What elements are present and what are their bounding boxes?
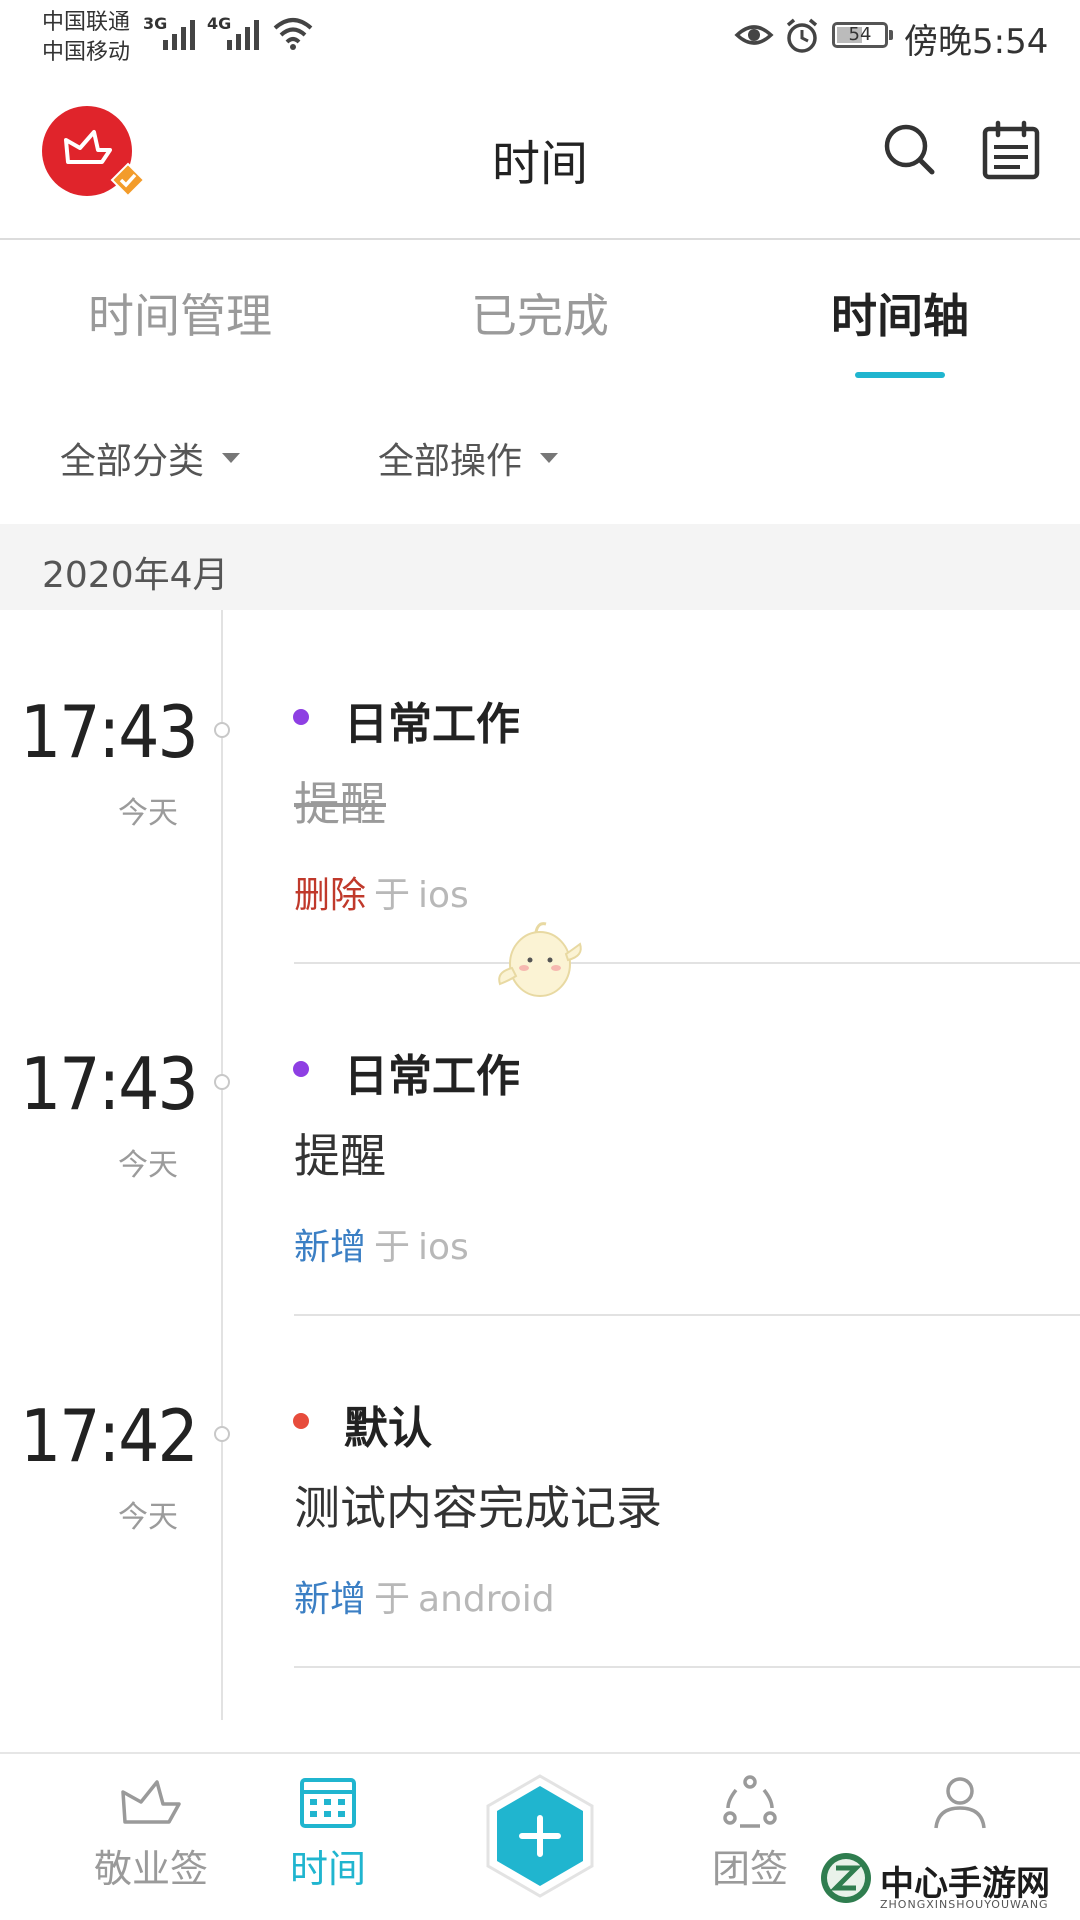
- category-filter[interactable]: 全部分类: [60, 432, 241, 484]
- app-header: 时间: [0, 80, 1080, 240]
- tab-completed[interactable]: 已完成: [400, 280, 680, 346]
- entry-action: 新增: [294, 1579, 367, 1620]
- wifi-icon: [273, 18, 313, 50]
- tab-time-management[interactable]: 时间管理: [40, 280, 320, 346]
- active-tab-indicator: [855, 372, 945, 378]
- entry-meta: 新增于 ios: [294, 1218, 469, 1270]
- user-icon: [934, 1777, 986, 1829]
- add-icon[interactable]: [484, 1774, 596, 1898]
- tab-timeline[interactable]: 时间轴: [760, 280, 1040, 346]
- eye-icon: [734, 25, 774, 45]
- month-header: 2020年4月: [0, 524, 1080, 610]
- status-bar: 中国联通 中国移动 3G 4G 54 傍晚5:54: [0, 0, 1080, 80]
- battery-icon: 54: [832, 22, 893, 48]
- entry-meta: 删除于 ios: [294, 866, 469, 918]
- team-icon: [723, 1775, 777, 1828]
- category-color-dot: [293, 1061, 309, 1077]
- entry-on: 于: [374, 1227, 411, 1268]
- divider: [294, 1666, 1080, 1668]
- signal-icon: [163, 20, 195, 50]
- nav-item-notes[interactable]: 敬业签: [51, 1774, 251, 1893]
- entry-on: 于: [374, 1579, 411, 1620]
- calendar-grid-icon: [300, 1778, 356, 1828]
- entry-category: 日常工作: [344, 1051, 520, 1102]
- carrier-2: 中国移动: [42, 40, 131, 65]
- entry-action: 删除: [294, 875, 367, 916]
- entry-category: 默认: [344, 1403, 432, 1454]
- entry-platform: android: [418, 1579, 555, 1620]
- operation-filter[interactable]: 全部操作: [378, 432, 559, 484]
- category-color-dot: [293, 1413, 309, 1429]
- alarm-icon: [786, 18, 818, 53]
- month-label: 2020年4月: [42, 555, 229, 596]
- entry-day: 今天: [118, 1500, 178, 1535]
- category-filter-label: 全部分类: [60, 441, 205, 482]
- caret-down-icon: [222, 453, 241, 463]
- watermark-subtext: ZHONGXINSHOUYOUWANG: [880, 1898, 1049, 1911]
- signal-icon: [227, 20, 259, 50]
- mascot-sticker-icon: [498, 922, 582, 997]
- timeline-entry[interactable]: 17:42 今天 默认 测试内容完成记录 新增于 android: [0, 1314, 1080, 1668]
- caret-down-icon: [540, 453, 559, 463]
- nav-label: 敬业签: [93, 1847, 208, 1891]
- timeline-entry[interactable]: 17:43 今天 日常工作 提醒 新增于 ios: [0, 962, 1080, 1316]
- carrier-labels: 中国联通 中国移动: [42, 8, 130, 68]
- category-color-dot: [293, 709, 309, 725]
- note-icon: [121, 1780, 181, 1824]
- entry-platform: ios: [418, 1227, 469, 1268]
- calendar-icon[interactable]: [980, 120, 1042, 182]
- timeline-node: [214, 1074, 230, 1090]
- status-clock: 傍晚5:54: [904, 22, 1049, 62]
- timeline-node: [214, 722, 230, 738]
- timeline-node: [214, 1426, 230, 1442]
- entry-day: 今天: [118, 1148, 178, 1183]
- search-icon[interactable]: [880, 120, 940, 180]
- tab-bar: 时间管理 已完成 时间轴: [0, 240, 1080, 390]
- battery-percent: 54: [848, 24, 872, 45]
- entry-day: 今天: [118, 796, 178, 831]
- nav-item-time[interactable]: 时间: [228, 1774, 428, 1893]
- nav-item-profile[interactable]: [860, 1774, 1060, 1838]
- entry-title: 提醒: [294, 1129, 386, 1183]
- entry-time: 17:42: [20, 1394, 199, 1478]
- filter-bar: 全部分类 全部操作: [0, 410, 1080, 510]
- entry-category: 日常工作: [344, 699, 520, 750]
- entry-title: 提醒: [294, 777, 386, 831]
- entry-time: 17:43: [20, 690, 199, 774]
- entry-meta: 新增于 android: [294, 1570, 555, 1622]
- watermark-logo-icon: [821, 1853, 871, 1903]
- entry-action: 新增: [294, 1227, 367, 1268]
- operation-filter-label: 全部操作: [378, 441, 523, 482]
- app-screen: 中国联通 中国移动 3G 4G 54 傍晚5:54 时间 时间管理 已完成 时间…: [0, 0, 1080, 1920]
- entry-on: 于: [374, 875, 411, 916]
- nav-label: 时间: [289, 1847, 366, 1891]
- entry-time: 17:43: [20, 1042, 199, 1126]
- timeline: 17:43 今天 日常工作 提醒 删除于 ios 17:43 今天 日常工作 提醒…: [0, 610, 1080, 1720]
- carrier-1: 中国联通: [42, 10, 131, 35]
- entry-title: 测试内容完成记录: [294, 1481, 662, 1535]
- entry-platform: ios: [418, 875, 469, 916]
